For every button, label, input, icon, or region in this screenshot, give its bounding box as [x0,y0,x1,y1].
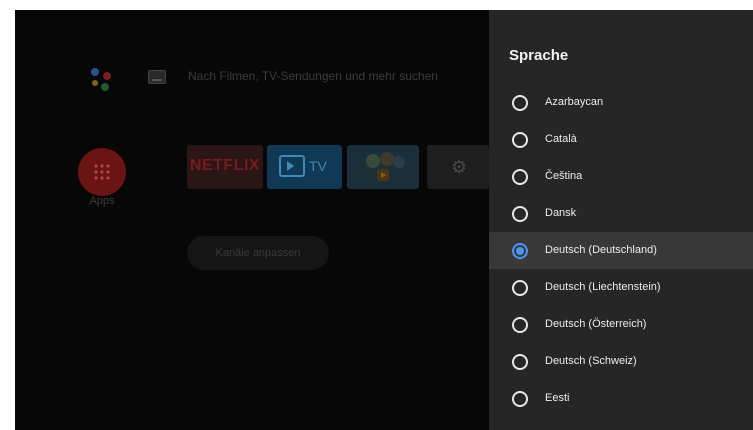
photos-tile[interactable] [347,145,419,189]
tv-screen: Nach Filmen, TV-Sendungen und mehr suche… [15,10,753,430]
radio-button[interactable] [512,391,528,407]
language-label: Čeština [545,170,583,182]
language-option-deutsch-liechtenstein[interactable]: Deutsch (Liechtenstein) [489,269,753,306]
netflix-tile[interactable]: NETFLIX [187,145,263,189]
tv-play-icon [279,155,305,177]
tv-tile[interactable]: TV [267,145,342,189]
radio-button[interactable] [512,95,528,111]
radio-button-selected[interactable] [512,243,528,259]
language-option-eesti[interactable]: Eesti [489,380,753,417]
language-settings-panel: Sprache Azarbaycan Català Čeština Dansk … [489,10,753,430]
assistant-dot-blue [91,68,99,76]
radio-button[interactable] [512,354,528,370]
settings-tile[interactable]: ⚙ [427,145,489,189]
gear-icon: ⚙ [451,157,468,177]
radio-button[interactable] [512,317,528,333]
language-label: Eesti [545,392,570,404]
language-option-dansk[interactable]: Dansk [489,195,753,232]
language-label: Deutsch (Deutschland) [545,244,657,256]
language-option-deutsch-deutschland[interactable]: Deutsch (Deutschland) [489,232,753,269]
language-label: Deutsch (Schweiz) [545,355,637,367]
language-label: Català [545,133,577,145]
language-option-catala[interactable]: Català [489,121,753,158]
apps-label: Apps [89,195,115,207]
netflix-logo: NETFLIX [189,157,261,174]
tv-label: TV [309,158,327,174]
radio-button[interactable] [512,132,528,148]
customize-channels-button[interactable]: Kanäle anpassen [187,236,329,270]
radio-button[interactable] [512,206,528,222]
keyboard-icon[interactable] [148,70,166,84]
panel-title: Sprache [509,47,569,64]
assistant-dot-red [103,72,111,80]
search-hint[interactable]: Nach Filmen, TV-Sendungen und mehr suche… [188,69,438,83]
home-screen-dimmed: Nach Filmen, TV-Sendungen und mehr suche… [15,10,489,430]
language-option-deutsch-oesterreich[interactable]: Deutsch (Österreich) [489,306,753,343]
assistant-dot-green [101,83,109,91]
radio-button[interactable] [512,169,528,185]
language-label: Deutsch (Liechtenstein) [545,281,661,293]
language-option-azarbaycan[interactable]: Azarbaycan [489,84,753,121]
language-option-cestina[interactable]: Čeština [489,158,753,195]
assistant-dot-yellow [92,80,98,86]
language-label: Dansk [545,207,577,219]
language-label: Azarbaycan [545,96,604,108]
language-list: Azarbaycan Català Čeština Dansk Deutsch … [489,84,753,417]
grid-icon [93,163,111,181]
google-assistant-icon[interactable] [87,64,117,94]
language-option-deutsch-schweiz[interactable]: Deutsch (Schweiz) [489,343,753,380]
photos-icon [366,152,405,181]
apps-button[interactable] [78,148,126,196]
language-label: Deutsch (Österreich) [545,318,647,330]
radio-button[interactable] [512,280,528,296]
